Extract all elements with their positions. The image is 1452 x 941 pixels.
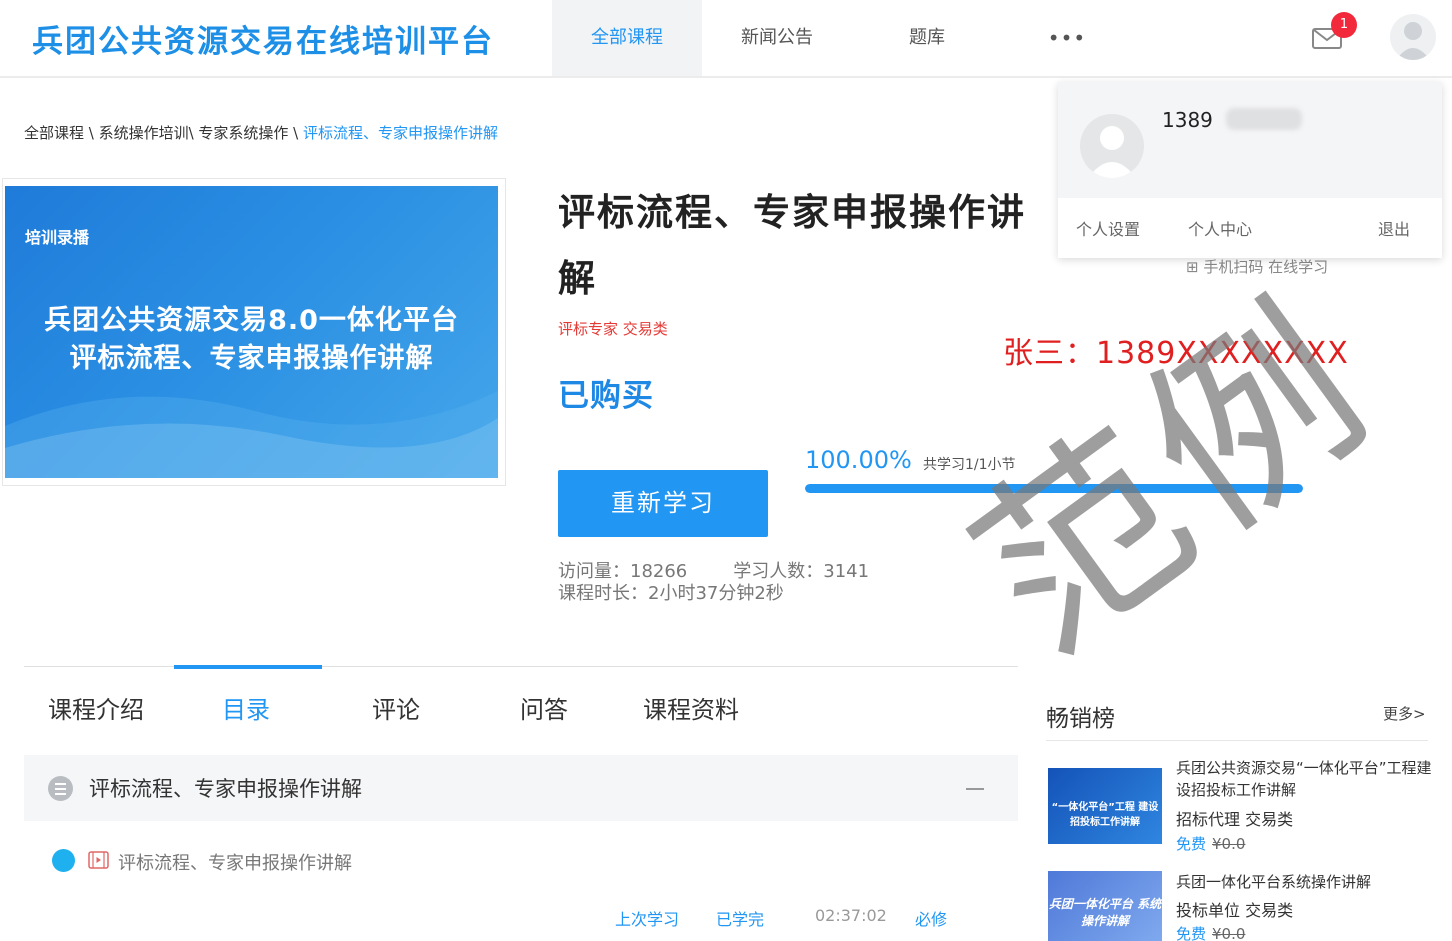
cover-title-line1: 兵团公共资源交易8.0一体化平台 <box>44 305 459 336</box>
required-label: 必修 <box>915 910 948 929</box>
bestseller-more-link[interactable]: 更多> <box>1383 703 1426 724</box>
tab-materials[interactable]: 课程资料 <box>643 690 739 725</box>
course-stats: 访问量：18266 学习人数：3141 课程时长：2小时37分钟2秒 <box>558 561 869 605</box>
phone-redaction <box>1226 108 1302 130</box>
last-study-label: 上次学习 <box>615 910 680 929</box>
top-header: 兵团公共资源交易在线培训平台 全部课程 新闻公告 题库 ••• 1 <box>0 0 1452 78</box>
collapse-icon[interactable] <box>966 788 984 790</box>
bestseller-thumb-2[interactable]: 兵团一体化平台 系统操作讲解 <box>1048 871 1162 941</box>
course-duration: 课程时长：2小时37分钟2秒 <box>558 583 784 604</box>
bestseller-item-1-title[interactable]: 兵团公共资源交易“一体化平台”工程建设招投标工作讲解 <box>1176 757 1432 801</box>
learner-count: 学习人数：3141 <box>733 561 870 582</box>
bestseller-divider <box>1046 740 1428 741</box>
bestseller-item-2-title[interactable]: 兵团一体化平台系统操作讲解 <box>1176 871 1432 893</box>
restudy-button[interactable]: 重新学习 <box>558 470 768 537</box>
tab-intro[interactable]: 课程介绍 <box>48 690 144 725</box>
breadcrumb-path[interactable]: 全部课程 \ 系统操作培训\ 专家系统操作 \ <box>24 124 303 142</box>
chapter-list-icon <box>48 776 73 801</box>
nav-question-bank[interactable]: 题库 <box>852 0 1002 76</box>
cover-tag: 培训录播 <box>25 228 90 247</box>
bestseller-item-2-cats: 投标单位 交易类 <box>1176 901 1294 920</box>
breadcrumb-current[interactable]: 评标流程、专家申报操作讲解 <box>303 124 498 142</box>
video-icon <box>88 851 109 869</box>
user-phone: 1389 <box>1162 108 1213 132</box>
bestseller-item-1-price: 免费 ¥0.0 <box>1176 833 1245 854</box>
menu-personal-settings[interactable]: 个人设置 <box>1076 216 1140 240</box>
site-logo[interactable]: 兵团公共资源交易在线培训平台 <box>32 16 494 61</box>
user-silhouette-icon <box>1088 126 1136 178</box>
free-label: 免费 <box>1176 835 1207 853</box>
main-nav: 全部课程 新闻公告 题库 ••• <box>552 0 1132 76</box>
bestseller-thumb-1[interactable]: “一体化平台”工程 建设招投标工作讲解 <box>1048 768 1162 844</box>
bestseller-thumb-2-text: 兵团一体化平台 系统操作讲解 <box>1048 897 1162 928</box>
original-price: ¥0.0 <box>1212 925 1246 941</box>
course-tags: 评标专家 交易类 <box>558 320 668 338</box>
tab-active-indicator <box>174 665 322 669</box>
lesson-title[interactable]: 评标流程、专家申报操作讲解 <box>118 849 352 875</box>
chapter-header[interactable]: 评标流程、专家申报操作讲解 <box>24 755 1018 821</box>
free-label: 免费 <box>1176 925 1207 941</box>
completed-label: 已学完 <box>716 910 765 929</box>
progress-percent: 100.00% <box>805 446 912 474</box>
nav-all-courses[interactable]: 全部课程 <box>552 0 702 76</box>
course-title: 评标流程、专家申报操作讲解 <box>558 191 1026 300</box>
purchase-status: 已购买 <box>558 378 654 414</box>
menu-logout[interactable]: 退出 <box>1378 216 1410 240</box>
visit-count: 访问量：18266 <box>558 561 688 582</box>
course-cover: 培训录播 兵团公共资源交易8.0一体化平台 评标流程、专家申报操作讲解 <box>5 186 498 478</box>
tab-catalog[interactable]: 目录 <box>222 690 270 725</box>
tab-comments[interactable]: 评论 <box>372 690 420 725</box>
nav-more[interactable]: ••• <box>1002 0 1132 76</box>
chapter-title: 评标流程、专家申报操作讲解 <box>89 777 362 801</box>
cover-title-line2: 评标流程、专家申报操作讲解 <box>69 343 434 374</box>
tab-qa[interactable]: 问答 <box>520 690 568 725</box>
user-avatar[interactable] <box>1390 14 1436 60</box>
user-dropdown-header: 1389 <box>1058 82 1442 198</box>
dropdown-avatar <box>1080 114 1144 178</box>
user-silhouette-icon <box>1396 22 1430 60</box>
bestseller-thumb-1-text: “一体化平台”工程 建设招投标工作讲解 <box>1051 802 1159 828</box>
original-price: ¥0.0 <box>1212 835 1246 853</box>
bestseller-title: 畅销榜 <box>1046 706 1115 732</box>
breadcrumb: 全部课程 \ 系统操作培训\ 专家系统操作 \ 评标流程、专家申报操作讲解 <box>24 122 498 143</box>
bestseller-item-1-cats: 招标代理 交易类 <box>1176 810 1294 829</box>
nav-news[interactable]: 新闻公告 <box>702 0 852 76</box>
bestseller-item-2-price: 免费 ¥0.0 <box>1176 923 1245 941</box>
lesson-status-dot <box>52 849 75 872</box>
lesson-duration: 02:37:02 <box>815 906 887 925</box>
notification-badge: 1 <box>1331 12 1357 38</box>
